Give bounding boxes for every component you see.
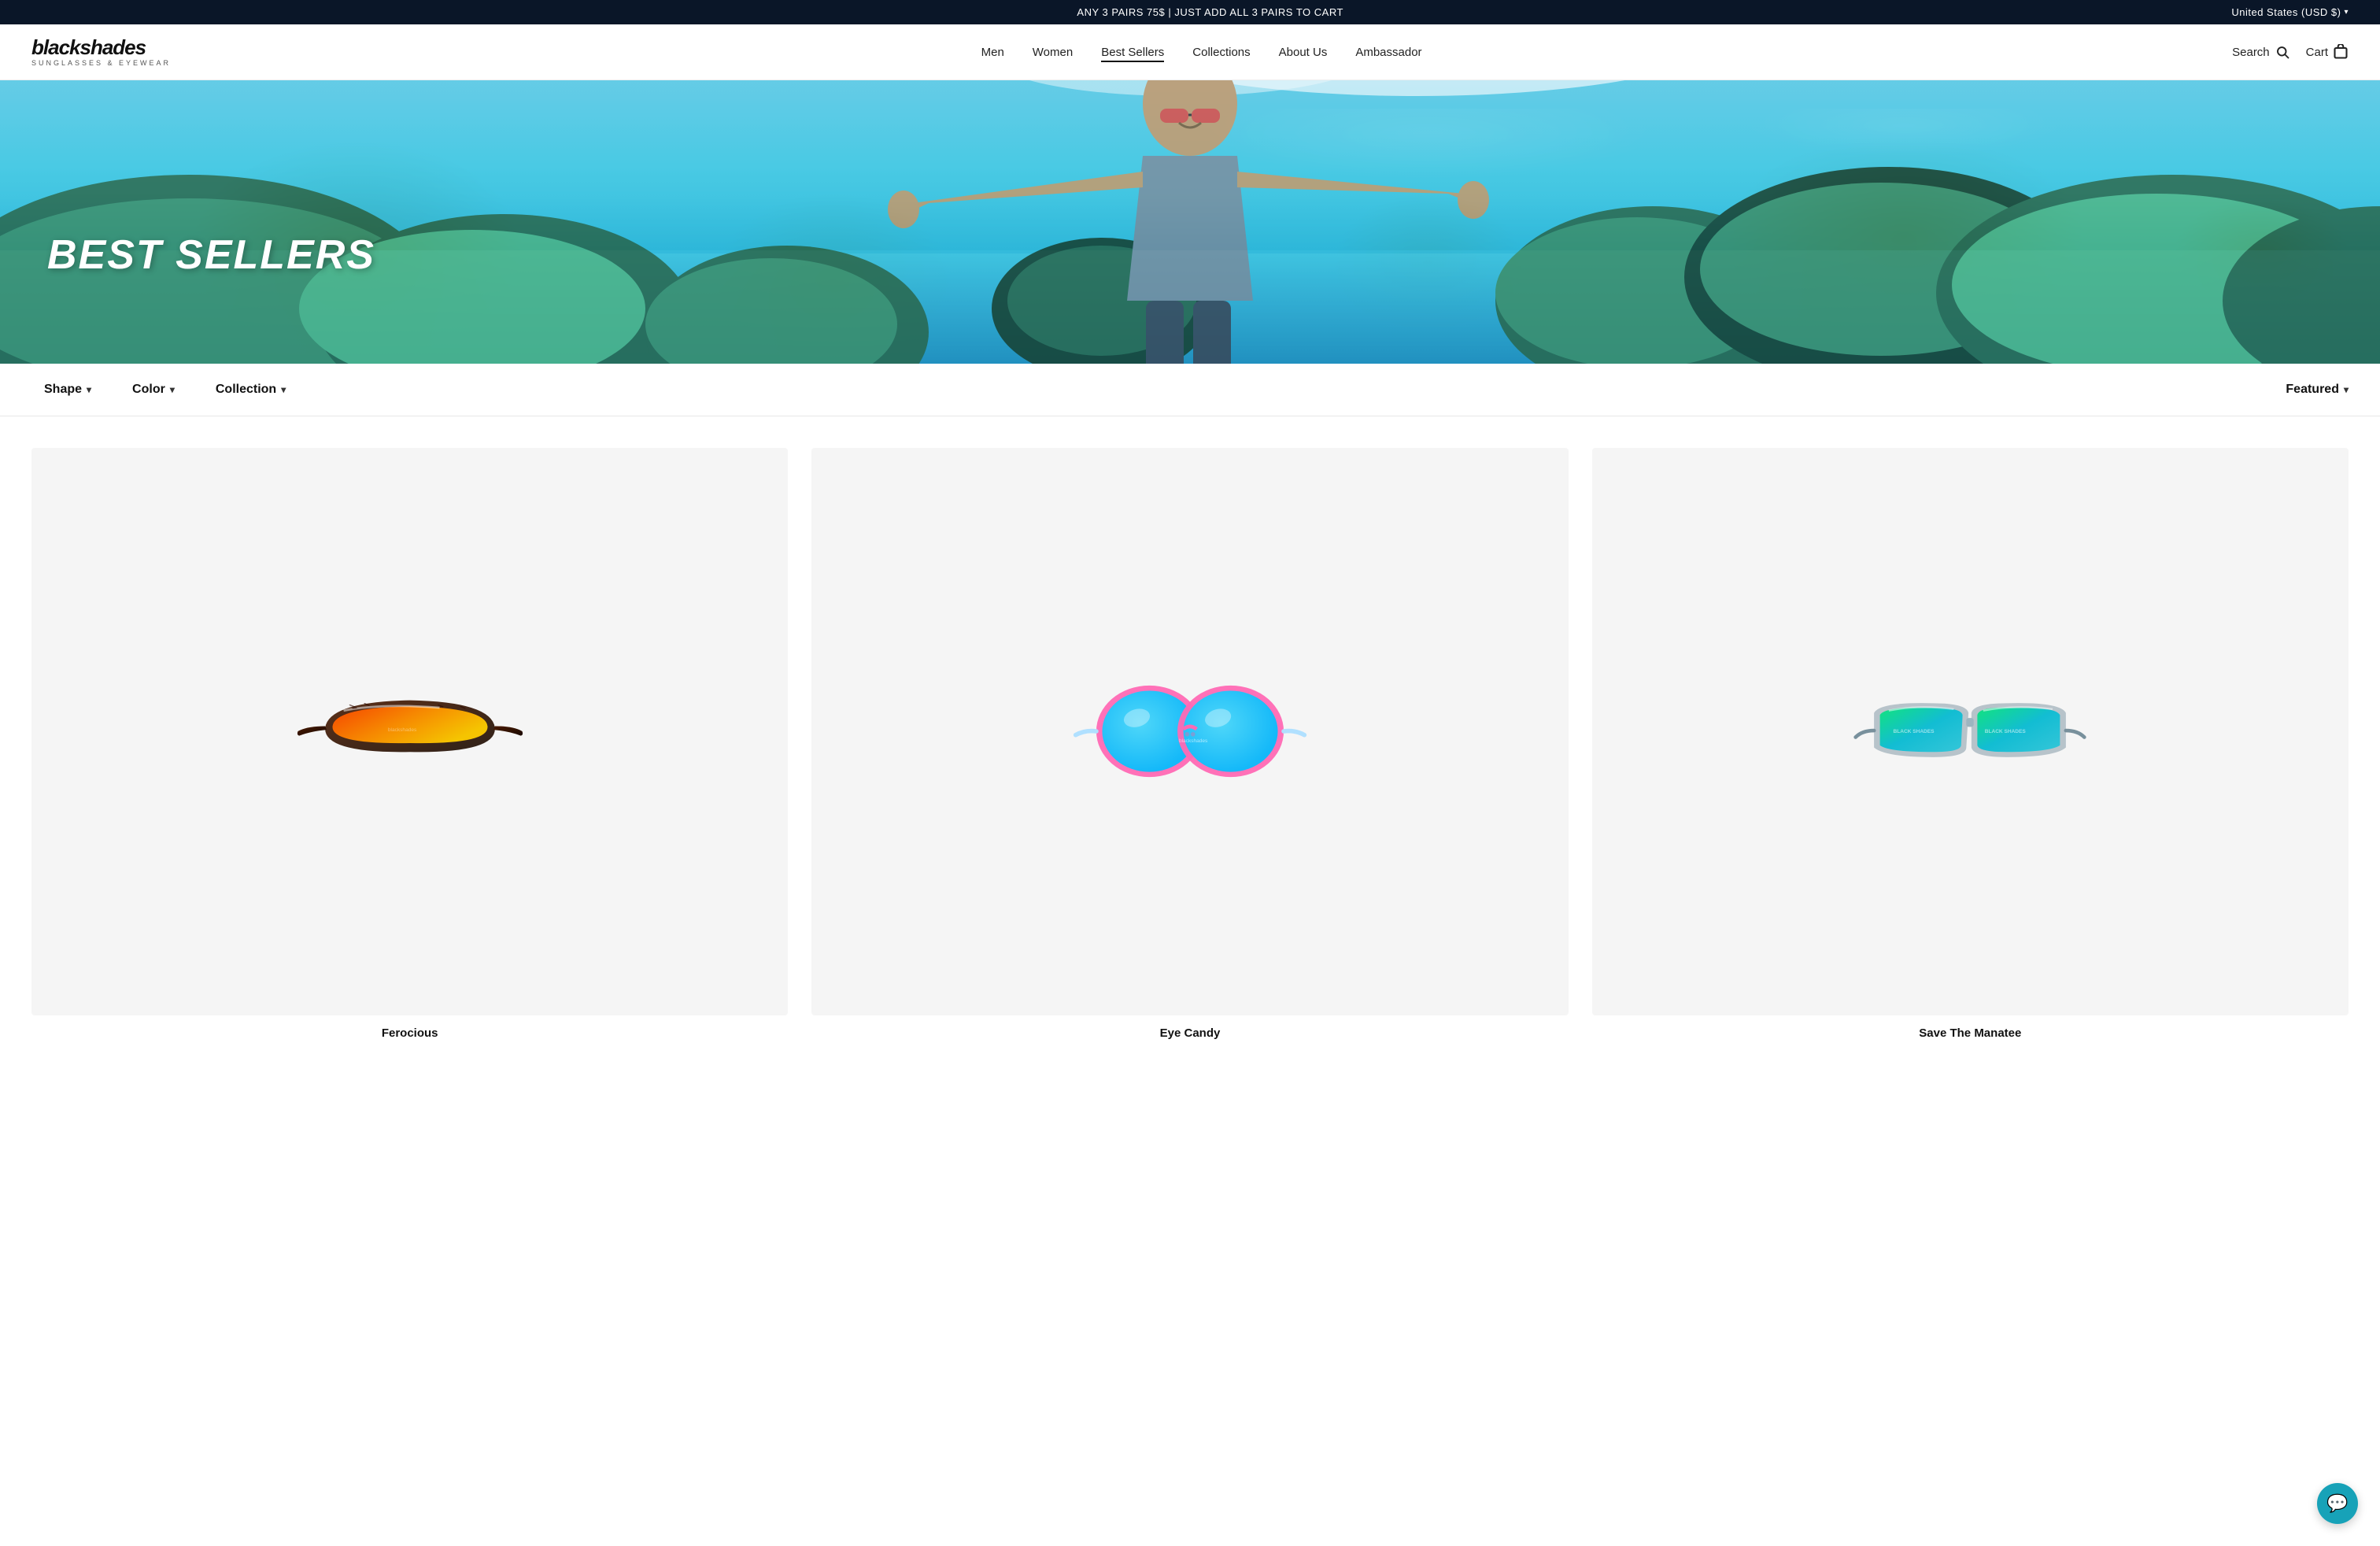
sort-chevron-icon: ▾ <box>2344 384 2349 395</box>
sort-button[interactable]: Featured ▾ <box>2286 383 2349 397</box>
hero-islands-svg <box>0 80 2380 364</box>
announcement-text: ANY 3 PAIRS 75$ | JUST ADD ALL 3 PAIRS T… <box>189 6 2231 18</box>
site-header: blackshades SUNGLASSES & EYEWEAR Men Wom… <box>0 24 2380 80</box>
shape-filter-button[interactable]: Shape ▾ <box>31 378 104 401</box>
collection-filter-button[interactable]: Collection ▾ <box>203 378 298 401</box>
nav-best-sellers[interactable]: Best Sellers <box>1101 46 1164 59</box>
nav-about-us[interactable]: About Us <box>1279 46 1328 59</box>
product-card-save-manatee[interactable]: BLACK SHADES BLACK SHADES Save The Manat… <box>1592 448 2349 1040</box>
products-grid: blackshades Ferocious <box>31 448 2349 1040</box>
region-chevron-icon: ▾ <box>2344 8 2349 17</box>
product-image-eye-candy: blackshades <box>811 448 1568 1015</box>
shape-filter-label: Shape <box>44 383 82 397</box>
product-card-eye-candy[interactable]: blackshades Eye Candy <box>811 448 1568 1040</box>
nav-women[interactable]: Women <box>1033 46 1073 59</box>
ferocious-sunglasses-svg: blackshades <box>292 656 528 806</box>
search-icon <box>2275 44 2290 60</box>
announcement-bar: ANY 3 PAIRS 75$ | JUST ADD ALL 3 PAIRS T… <box>0 0 2380 24</box>
color-chevron-icon: ▾ <box>170 384 175 395</box>
manatee-sunglasses-svg: BLACK SHADES BLACK SHADES <box>1852 656 2088 806</box>
cart-button[interactable]: Cart <box>2306 44 2349 60</box>
region-label: United States (USD $) <box>2231 6 2341 18</box>
collection-filter-label: Collection <box>216 383 276 397</box>
hero-title: BEST SELLERS <box>47 231 375 279</box>
nav-collections[interactable]: Collections <box>1192 46 1250 59</box>
chat-icon: 💬 <box>2326 1493 2348 1514</box>
logo-tagline: SUNGLASSES & EYEWEAR <box>31 59 171 67</box>
sort-label: Featured <box>2286 383 2339 397</box>
cart-label: Cart <box>2306 46 2328 59</box>
logo[interactable]: blackshades SUNGLASSES & EYEWEAR <box>31 37 171 67</box>
products-section: blackshades Ferocious <box>0 416 2380 1056</box>
cart-icon <box>2333 44 2349 60</box>
chat-button[interactable]: 💬 <box>2317 1483 2358 1524</box>
collection-chevron-icon: ▾ <box>281 384 286 395</box>
product-card-ferocious[interactable]: blackshades Ferocious <box>31 448 788 1040</box>
logo-name: blackshades <box>31 37 171 57</box>
color-filter-label: Color <box>132 383 165 397</box>
header-actions: Search Cart <box>2232 44 2349 60</box>
search-label: Search <box>2232 46 2270 59</box>
product-name-save-manatee: Save The Manatee <box>1592 1026 2349 1040</box>
svg-text:BLACK SHADES: BLACK SHADES <box>1894 729 1935 734</box>
nav-men[interactable]: Men <box>981 46 1004 59</box>
product-image-ferocious: blackshades <box>31 448 788 1015</box>
search-button[interactable]: Search <box>2232 44 2290 60</box>
color-filter-button[interactable]: Color ▾ <box>120 378 187 401</box>
svg-text:blackshades: blackshades <box>388 727 417 733</box>
shape-chevron-icon: ▾ <box>87 384 91 395</box>
hero-section: BEST SELLERS <box>0 80 2380 364</box>
product-name-ferocious: Ferocious <box>31 1026 788 1040</box>
product-name-eye-candy: Eye Candy <box>811 1026 1568 1040</box>
product-image-save-manatee: BLACK SHADES BLACK SHADES <box>1592 448 2349 1015</box>
region-selector[interactable]: United States (USD $) ▾ <box>2231 6 2349 18</box>
svg-text:BLACK SHADES: BLACK SHADES <box>1985 729 2027 734</box>
nav-ambassador[interactable]: Ambassador <box>1355 46 1421 59</box>
filters-bar: Shape ▾ Color ▾ Collection ▾ Featured ▾ <box>0 364 2380 416</box>
main-nav: Men Women Best Sellers Collections About… <box>981 46 1422 59</box>
svg-text:blackshades: blackshades <box>1179 739 1208 745</box>
eye-candy-sunglasses-svg: blackshades <box>1072 656 1308 806</box>
